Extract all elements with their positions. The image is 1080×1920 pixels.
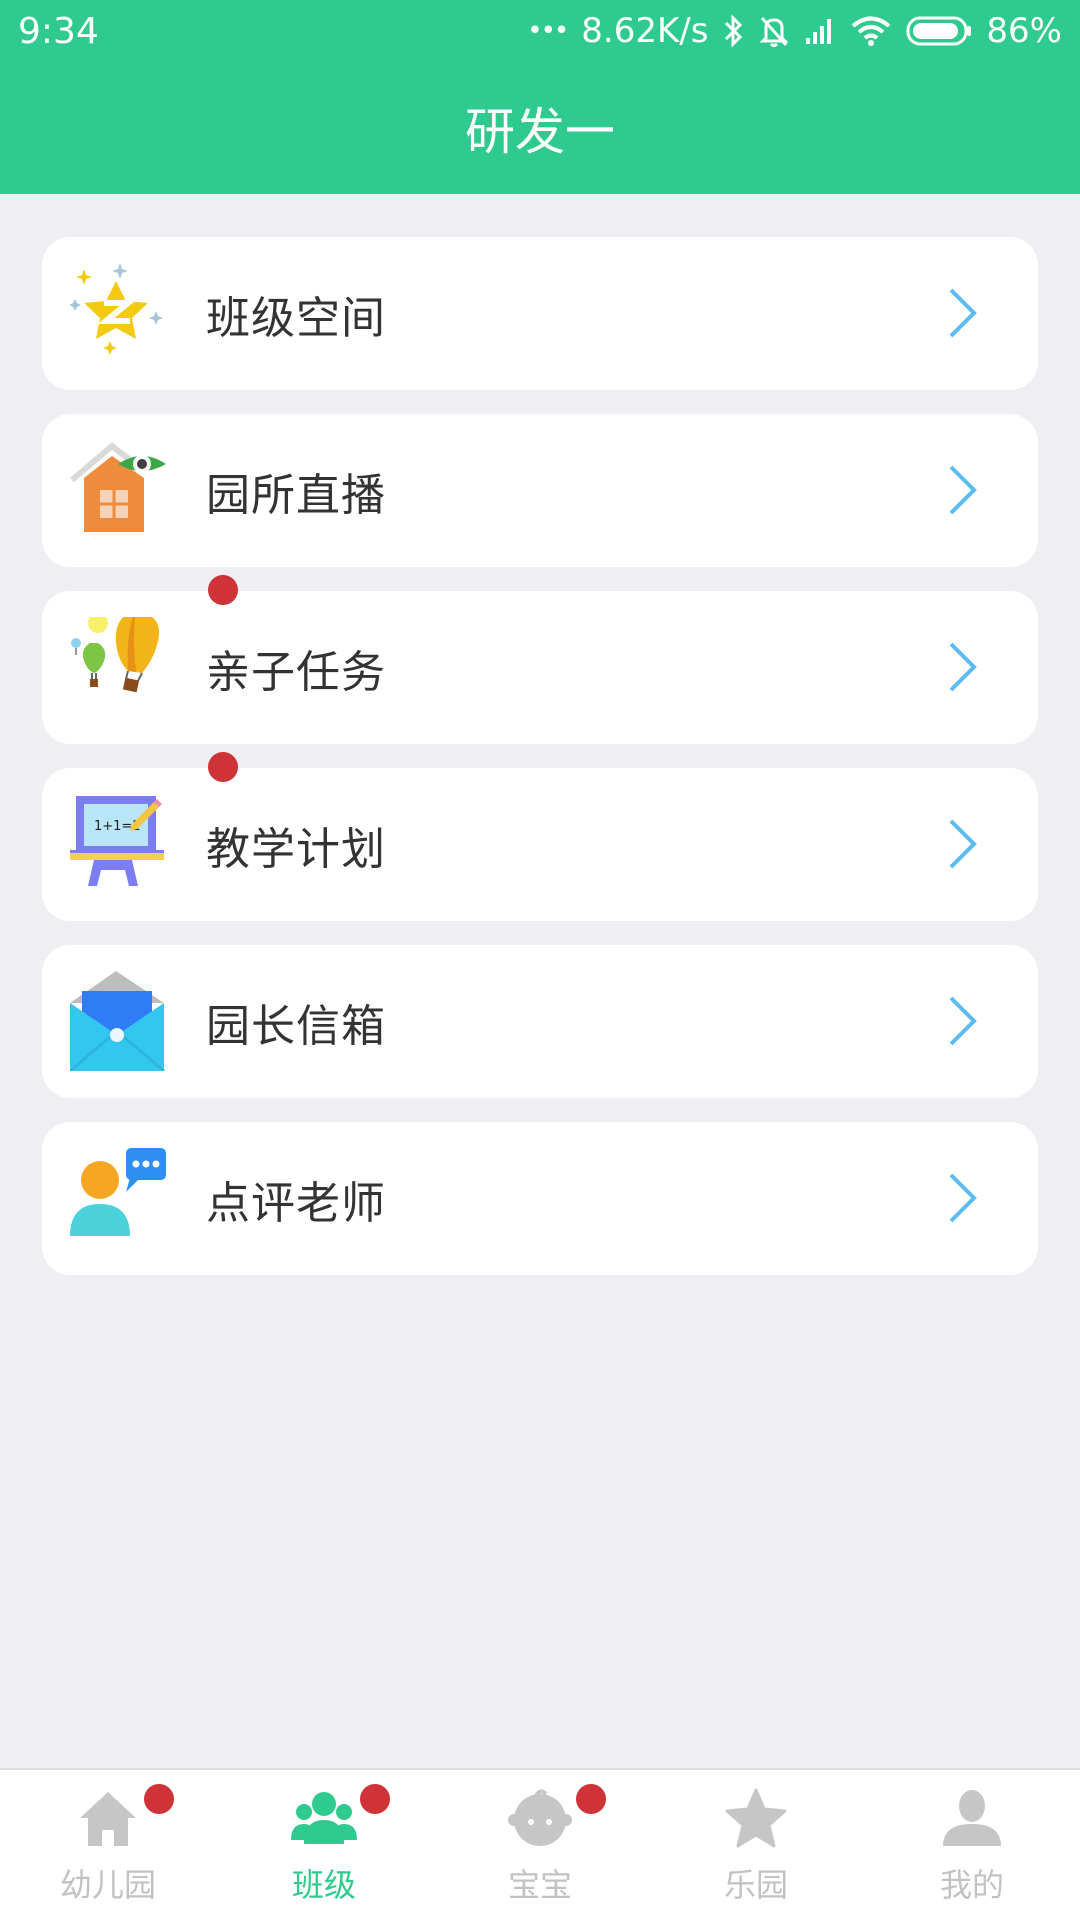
menu-item-label: 班级空间 [206, 292, 386, 344]
notification-badge [360, 1784, 390, 1814]
status-bar: 9:34 ••• 8.62K/s 86% [0, 0, 1080, 62]
signal-icon [804, 16, 836, 46]
notification-badge [144, 1784, 174, 1814]
battery-icon [906, 15, 972, 47]
status-icons: ••• 8.62K/s 86% [527, 11, 1062, 51]
tab-baby[interactable]: 宝宝 [432, 1770, 648, 1920]
star-icon [725, 1788, 787, 1852]
bluetooth-icon [722, 14, 744, 48]
baby-icon [508, 1788, 572, 1852]
star-z-icon [69, 263, 170, 363]
menu-item-review-teacher[interactable]: 点评老师 [42, 1122, 1038, 1275]
balloon-icon [70, 611, 170, 717]
blackboard-icon: 1+1=2 [70, 794, 170, 894]
tab-playground[interactable]: 乐园 [648, 1770, 864, 1920]
menu-item-principal-mailbox[interactable]: 园长信箱 [42, 945, 1038, 1098]
chevron-right-icon [948, 818, 978, 874]
chevron-right-icon [948, 464, 978, 520]
menu-item-live-broadcast[interactable]: 园所直播 [42, 414, 1038, 567]
more-dots-icon: ••• [527, 16, 569, 46]
status-time: 9:34 [18, 10, 99, 52]
page-title: 研发一 [465, 103, 615, 161]
network-speed: 8.62K/s [581, 11, 709, 51]
menu-list: 班级空间 园所直播 亲子任务 1+1=2 教学计划 园长信箱 点评老师 [42, 237, 1038, 1299]
notification-badge [576, 1784, 606, 1814]
tab-kindergarten[interactable]: 幼儿园 [0, 1770, 216, 1920]
tab-mine[interactable]: 我的 [864, 1770, 1080, 1920]
tab-label: 宝宝 [507, 1866, 572, 1904]
person-chat-icon [70, 1148, 170, 1248]
header: 研发一 [0, 62, 1080, 194]
mail-icon [69, 971, 170, 1073]
bottom-tab-bar: 幼儿园 班级 宝宝 乐园 我的 [0, 1768, 1080, 1920]
menu-item-label: 点评老师 [206, 1177, 386, 1229]
chevron-right-icon [948, 1172, 978, 1228]
house-eye-icon [70, 440, 170, 540]
wifi-icon [850, 15, 892, 47]
tab-class[interactable]: 班级 [216, 1770, 432, 1920]
tab-label: 我的 [939, 1866, 1004, 1904]
chevron-right-icon [948, 995, 978, 1051]
menu-item-label: 亲子任务 [206, 646, 386, 698]
menu-item-label: 园长信箱 [206, 1000, 386, 1052]
menu-item-label: 园所直播 [206, 469, 386, 521]
battery-percent: 86% [986, 11, 1062, 51]
menu-item-label: 教学计划 [206, 823, 386, 875]
tab-label: 乐园 [723, 1866, 788, 1904]
home-icon [78, 1788, 138, 1852]
group-icon [291, 1788, 357, 1852]
chevron-right-icon [948, 287, 978, 343]
user-icon [941, 1788, 1003, 1852]
menu-item-parent-child-task[interactable]: 亲子任务 [42, 575, 1038, 744]
notification-badge [208, 575, 238, 605]
menu-item-class-space[interactable]: 班级空间 [42, 237, 1038, 390]
notification-badge [208, 752, 238, 782]
menu-item-teaching-plan[interactable]: 1+1=2 教学计划 [42, 752, 1038, 921]
chevron-right-icon [948, 641, 978, 697]
mute-bell-icon [758, 14, 790, 48]
tab-label: 班级 [291, 1866, 356, 1904]
tab-label: 幼儿园 [59, 1866, 156, 1904]
